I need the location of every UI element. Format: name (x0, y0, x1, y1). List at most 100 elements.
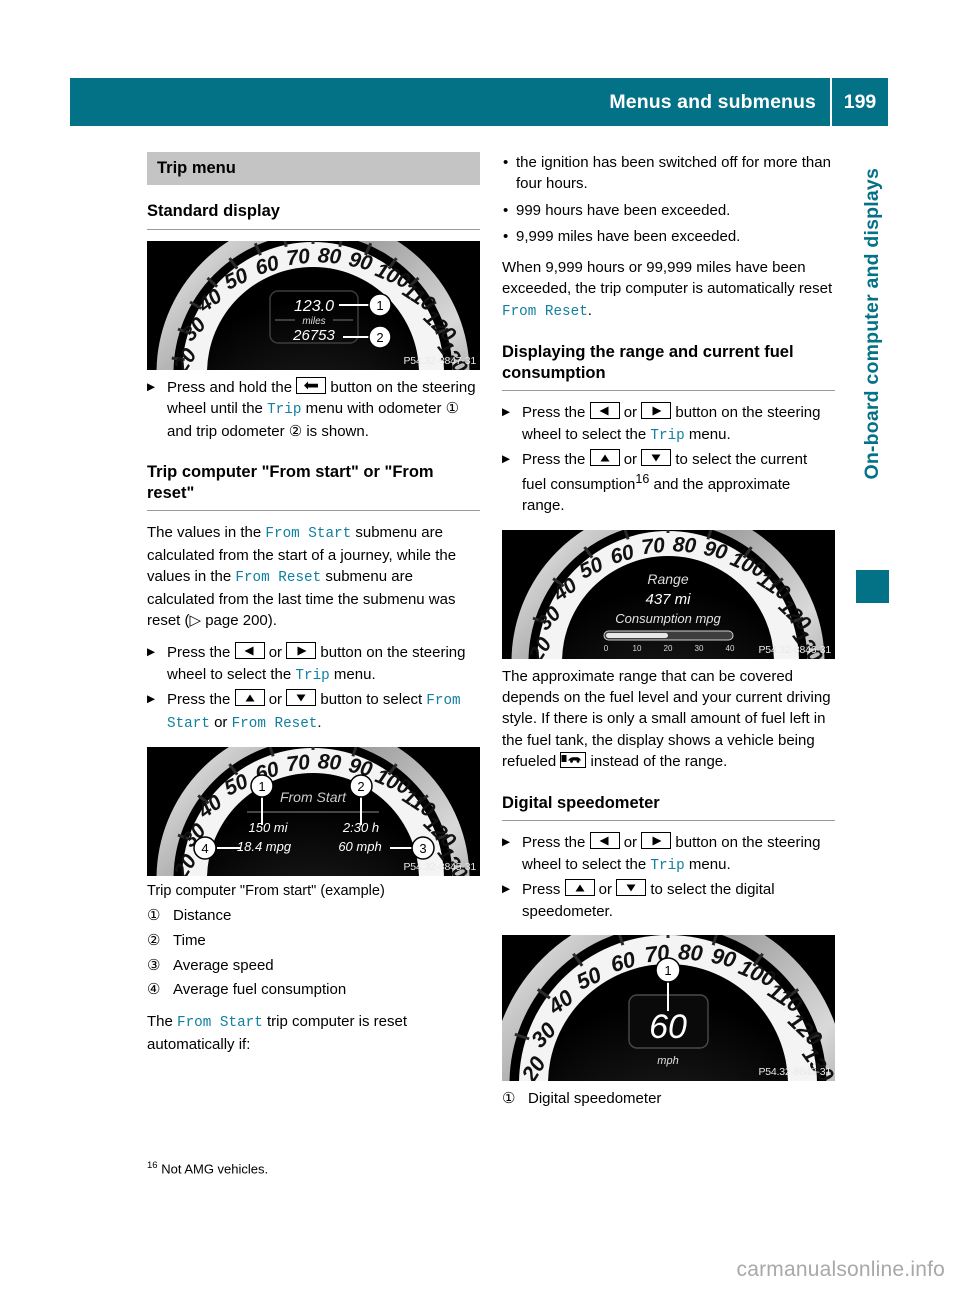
legend-digital-speedometer: ① Digital speedometer (502, 1088, 835, 1110)
mono-trip: Trip (267, 402, 302, 419)
down-arrow-button-icon (616, 879, 647, 897)
paragraph-reset-note: When 9,999 hours or 99,999 miles have be… (502, 257, 835, 322)
heading-rule (502, 390, 835, 392)
body-text: . (587, 301, 592, 319)
chapter-side-tab-label: On-board computer and displays (860, 168, 883, 480)
steps-digital-speedometer: Press the or button on the steering whee… (502, 832, 835, 922)
svg-text:1: 1 (258, 779, 265, 794)
body-text: When 9,999 hours or 99,999 miles have be… (502, 258, 833, 298)
svg-text:30: 30 (695, 644, 704, 653)
right-arrow-button-icon (641, 402, 672, 420)
step-text: menu. (329, 665, 376, 683)
mono-from-reset: From Reset (235, 570, 322, 587)
step-item: Press or to select the digital speedomet… (502, 879, 835, 922)
svg-text:40: 40 (726, 644, 735, 653)
steps-from-start-reset: Press the or button on the steering whee… (147, 642, 480, 734)
svg-text:80: 80 (317, 750, 342, 775)
up-arrow-button-icon (589, 449, 620, 467)
step-text: menu. (684, 425, 731, 443)
svg-text:70: 70 (285, 244, 311, 270)
left-arrow-button-icon (589, 402, 620, 420)
down-arrow-button-icon (641, 449, 672, 467)
steps-standard-display: Press and hold the button on the steerin… (147, 376, 480, 442)
svg-text:3: 3 (419, 841, 426, 856)
figure-standard-display: 20 30 40 50 60 70 80 90 100 110 120 130 … (147, 240, 480, 370)
step-text: menu. (684, 855, 731, 873)
svg-text:Range: Range (647, 571, 688, 587)
paragraph-range-explanation: The approximate range that can be covere… (502, 666, 835, 773)
paragraph-reset-intro: The From Start trip computer is reset au… (147, 1011, 480, 1055)
mono-trip: Trip (650, 857, 685, 874)
body-text: instead of the range. (586, 753, 728, 771)
svg-text:20: 20 (664, 644, 673, 653)
gauge-illustration-1: 20 30 40 50 60 70 80 90 100 110 120 130 … (147, 240, 480, 370)
footnote-ref: 16 (635, 471, 650, 486)
right-column: the ignition has been switched off for m… (502, 152, 835, 1120)
chapter-side-tab: On-board computer and displays (855, 168, 889, 588)
step-text: button to select (316, 691, 427, 709)
page-title: Menus and submenus (609, 90, 816, 113)
svg-text:4: 4 (201, 841, 208, 856)
svg-text:From Start: From Start (280, 789, 347, 805)
svg-text:2: 2 (357, 779, 364, 794)
body-text: The values in the (147, 524, 266, 542)
svg-text:1: 1 (376, 298, 383, 313)
svg-text:80: 80 (317, 244, 342, 269)
svg-text:437 mi: 437 mi (645, 591, 691, 608)
mono-from-reset: From Reset (231, 715, 318, 732)
legend-item: ③ Average speed (147, 955, 480, 977)
legend-label: Digital speedometer (528, 1090, 662, 1108)
up-arrow-button-icon (234, 689, 265, 707)
mono-from-reset: From Reset (502, 303, 588, 320)
list-reset-conditions: the ignition has been switched off for m… (502, 152, 835, 248)
svg-text:10: 10 (633, 644, 642, 653)
list-item: the ignition has been switched off for m… (502, 152, 835, 195)
chapter-marker-square (856, 570, 889, 603)
gauge-illustration-2: 20 30 40 50 60 70 80 90 100 110 120 130 … (147, 747, 480, 877)
step-text: or (619, 834, 642, 852)
figure-caption-from-start: Trip computer "From start" (example) (147, 883, 385, 900)
svg-text:70: 70 (640, 533, 666, 559)
step-text: or (594, 881, 617, 899)
step-item: Press the or button on the steering whee… (147, 642, 480, 686)
svg-text:Consumption mpg: Consumption mpg (615, 611, 721, 626)
step-text: Press the (522, 451, 590, 469)
heading-standard-display: Standard display (147, 202, 280, 220)
heading-rule (502, 820, 835, 822)
figure-part-number: P54.32-8845-31 (403, 861, 476, 874)
step-item: Press the or button on the steering whee… (502, 832, 835, 876)
section-band-trip-menu: Trip menu (147, 152, 480, 185)
step-item: Press the or to select the current fuel … (502, 449, 835, 516)
mono-from-start: From Start (177, 1015, 263, 1032)
svg-text:miles: miles (302, 316, 325, 327)
step-text: Press and hold the (167, 378, 297, 396)
body-text: The (147, 1013, 178, 1031)
figure-range-consumption: 20 30 40 50 60 70 80 90 100 110 120 130 … (502, 529, 835, 659)
svg-text:18.4 mpg: 18.4 mpg (237, 839, 292, 854)
mono-trip: Trip (295, 667, 330, 684)
svg-text:80: 80 (672, 533, 697, 558)
svg-text:80: 80 (677, 939, 704, 966)
legend-number: ① (147, 907, 161, 925)
legend-number: ① (502, 1090, 516, 1108)
legend-number: ② (147, 931, 161, 949)
svg-text:60: 60 (649, 1008, 687, 1046)
watermark: carmanualsonline.info (736, 1258, 945, 1281)
back-button-icon (296, 376, 327, 394)
down-arrow-button-icon (286, 689, 317, 707)
legend-label: Average fuel consumption (173, 981, 347, 999)
legend-item: ① Digital speedometer (502, 1088, 835, 1110)
step-item: Press the or button to select From Start… (147, 689, 480, 734)
figure-part-number: P54.32-8846-31 (758, 643, 831, 656)
step-text: Press (522, 881, 565, 899)
refuel-vehicle-icon (560, 752, 587, 769)
figure-part-number: P54.32-8848-31 (758, 1066, 831, 1079)
page-number: 199 (843, 90, 877, 113)
left-arrow-button-icon (589, 832, 620, 850)
figure-part-number: P54.32-8847-31 (403, 354, 476, 367)
figure-from-start: 20 30 40 50 60 70 80 90 100 110 120 130 … (147, 747, 480, 877)
left-column: Trip menu Standard display 20 30 40 50 6… (147, 152, 480, 1066)
legend-label: Distance (173, 907, 232, 925)
svg-text:70: 70 (285, 751, 311, 777)
step-item: Press the or button on the steering whee… (502, 402, 835, 446)
